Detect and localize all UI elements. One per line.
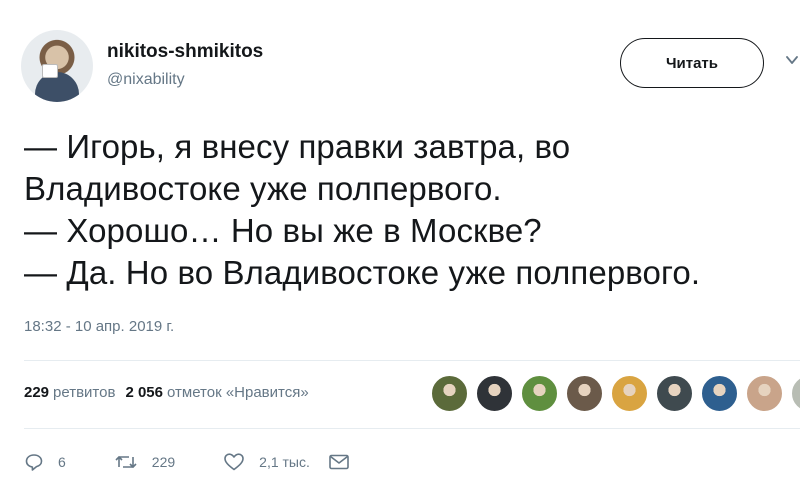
retweet-action[interactable]: 229 [114, 452, 175, 472]
retweets-stat[interactable]: 229 ретвитов [24, 384, 115, 401]
liker-avatar[interactable] [745, 374, 784, 413]
divider-bottom [24, 428, 800, 429]
liker-avatar[interactable] [565, 374, 604, 413]
follow-button[interactable]: Читать [620, 38, 764, 88]
liker-avatar[interactable] [655, 374, 694, 413]
tweet-line: — Игорь, я внесу правки завтра, во [24, 128, 571, 165]
avatar-cup [42, 64, 58, 78]
user-handle[interactable]: @nixability [107, 71, 185, 89]
like-action[interactable]: 2,1 тыс. [223, 452, 310, 472]
liker-avatar[interactable] [700, 374, 739, 413]
tweet-line: — Да. Но во Владивостоке уже полпервого. [24, 254, 701, 291]
reply-action[interactable]: 6 [24, 452, 66, 472]
heart-icon [224, 453, 244, 471]
likes-label: отметок «Нравится» [167, 384, 309, 401]
retweets-count: 229 [24, 384, 50, 401]
tweet-line: — Хорошо… Но вы же в Москве? [24, 212, 542, 249]
avatar[interactable] [21, 30, 93, 102]
tweet-timestamp[interactable]: 18:32 - 10 апр. 2019 г. [24, 318, 174, 335]
reply-icon [25, 454, 43, 471]
liker-avatar[interactable] [475, 374, 514, 413]
mail-icon [329, 454, 349, 470]
tweet-header: nikitos-shmikitos @nixability Читать [0, 0, 800, 118]
likers-avatars [430, 374, 800, 414]
chevron-down-icon[interactable] [786, 54, 798, 66]
likes-count: 2 056 [125, 384, 163, 401]
tweet-text: — Игорь, я внесу правки завтра, во Влади… [24, 126, 800, 294]
tweet-stats: 229 ретвитов 2 056 отметок «Нравится» [24, 384, 309, 401]
likes-stat[interactable]: 2 056 отметок «Нравится» [125, 384, 308, 401]
liker-avatar[interactable] [610, 374, 649, 413]
like-count: 2,1 тыс. [259, 454, 310, 470]
display-name[interactable]: nikitos-shmikitos [107, 41, 263, 63]
tweet-line: Владивостоке уже полпервого. [24, 170, 502, 207]
liker-avatar[interactable] [430, 374, 469, 413]
liker-avatar[interactable] [520, 374, 559, 413]
divider-top [24, 360, 800, 361]
retweet-icon [115, 456, 137, 468]
retweets-label: ретвитов [53, 384, 116, 401]
tweet-actions: 6 229 2,1 тыс. [24, 448, 412, 476]
liker-avatar[interactable] [790, 374, 800, 413]
retweet-count: 229 [151, 454, 176, 470]
direct-message-action[interactable] [328, 453, 364, 471]
reply-count: 6 [58, 454, 66, 470]
